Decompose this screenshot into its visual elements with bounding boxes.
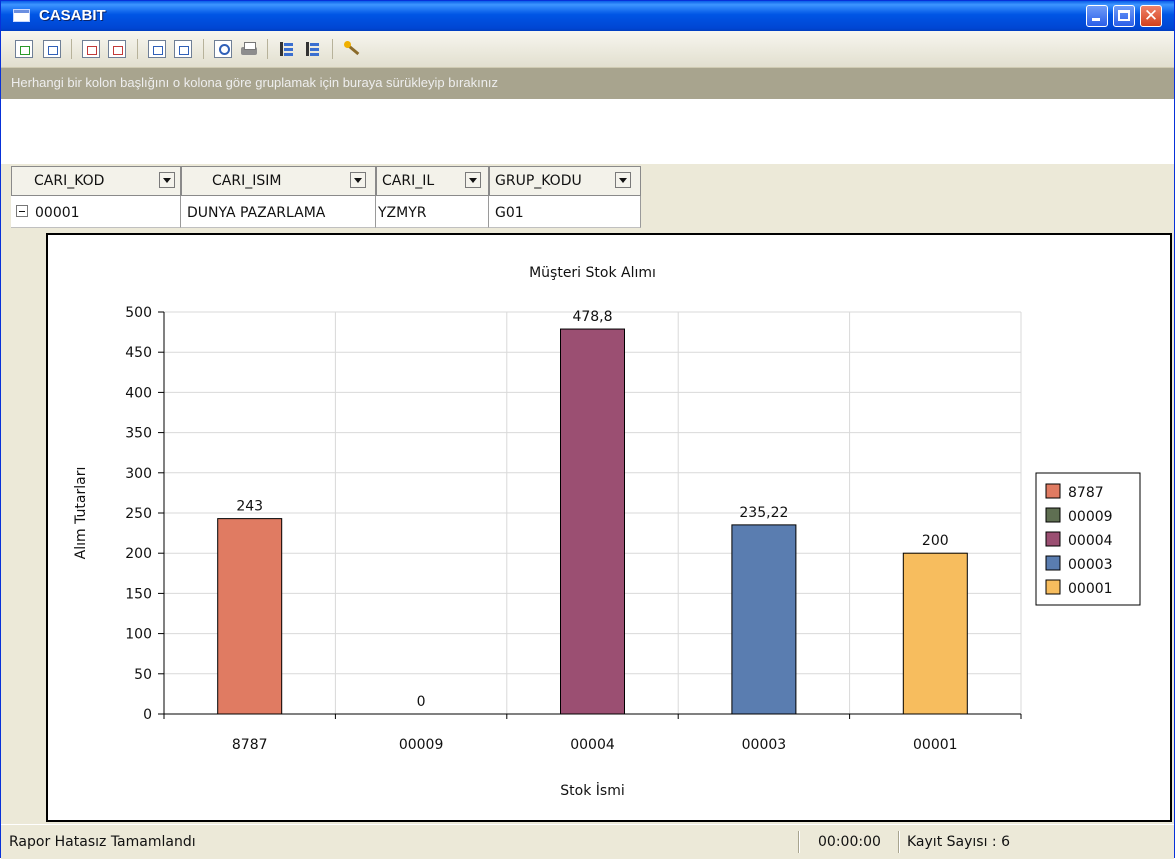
column-filter-dropdown-icon[interactable] bbox=[159, 172, 175, 188]
print-preview-icon[interactable] bbox=[214, 40, 232, 58]
toolbar-separator bbox=[137, 39, 138, 59]
data-label: 235,22 bbox=[739, 505, 788, 521]
status-bar: Rapor Hatasız Tamamlandı 00:00:00 Kayıt … bbox=[1, 824, 1174, 859]
table-row-cell-cari-isim[interactable]: DUNYA PAZARLAMA bbox=[181, 196, 376, 228]
status-separator bbox=[798, 831, 799, 853]
export-icon[interactable] bbox=[15, 40, 33, 58]
column-header-label: CARI_ISIM bbox=[212, 173, 282, 189]
print-icon[interactable] bbox=[240, 40, 258, 58]
toolbar bbox=[1, 31, 1174, 68]
y-tick-label: 500 bbox=[125, 305, 152, 321]
y-tick-label: 0 bbox=[143, 707, 152, 723]
app-window: CASABIT ✕ Herhangi bir kolon başlığını o… bbox=[0, 0, 1175, 859]
cell-text: DUNYA PAZARLAMA bbox=[187, 205, 326, 221]
table-row-cell-cari-il[interactable]: YZMYR bbox=[376, 196, 489, 228]
data-label: 243 bbox=[236, 499, 263, 515]
collapse-row-icon[interactable] bbox=[16, 205, 28, 217]
x-tick-label: 8787 bbox=[232, 737, 268, 753]
y-tick-label: 150 bbox=[125, 586, 152, 602]
x-tick-label: 00001 bbox=[913, 737, 958, 753]
legend-label: 8787 bbox=[1068, 485, 1104, 501]
data-label: 0 bbox=[417, 694, 426, 710]
app-window-icon bbox=[13, 9, 30, 22]
collapse-tree-icon[interactable] bbox=[278, 40, 296, 58]
y-tick-label: 350 bbox=[125, 426, 152, 442]
toolbar-separator bbox=[203, 39, 204, 59]
wizard-icon[interactable] bbox=[343, 40, 361, 58]
y-tick-label: 250 bbox=[125, 506, 152, 522]
column-header-label: CARI_IL bbox=[382, 173, 435, 189]
close-button[interactable]: ✕ bbox=[1140, 5, 1162, 27]
column-header-label: CARI_KOD bbox=[34, 173, 105, 189]
table-row-cell-grup-kodu[interactable]: G01 bbox=[489, 196, 641, 228]
column-header-cari-isim[interactable]: CARI_ISIM bbox=[181, 166, 376, 196]
legend-swatch bbox=[1045, 483, 1061, 499]
x-tick-label: 00009 bbox=[399, 737, 444, 753]
bar-00004 bbox=[560, 328, 625, 715]
legend-label: 00009 bbox=[1068, 509, 1113, 525]
close-icon: ✕ bbox=[1143, 6, 1159, 26]
x-tick-label: 00004 bbox=[570, 737, 615, 753]
title-bar[interactable]: CASABIT ✕ bbox=[1, 1, 1174, 31]
bar-00001 bbox=[902, 552, 968, 715]
column-filter-dropdown-icon[interactable] bbox=[350, 172, 366, 188]
legend-swatch bbox=[1045, 555, 1061, 571]
grid-background bbox=[1, 99, 1174, 164]
bar-00003 bbox=[731, 524, 797, 715]
cell-text: YZMYR bbox=[378, 205, 427, 221]
cell-text: G01 bbox=[495, 205, 524, 221]
legend-swatch bbox=[1045, 531, 1061, 547]
column-header-label: GRUP_KODU bbox=[495, 173, 582, 189]
bar-chart: Müşteri Stok Alımı 0 50 100 150 200 250 300 350 4… bbox=[73, 265, 1141, 799]
y-axis-label: Alım Tutarları bbox=[73, 467, 89, 560]
group-panel: Herhangi bir kolon başlığını o kolona gö… bbox=[1, 68, 1174, 164]
chart-panel: Müşteri Stok Alımı 0 50 100 150 200 250 300 350 4… bbox=[46, 233, 1172, 822]
x-tick-label: 00003 bbox=[742, 737, 787, 753]
data-label: 478,8 bbox=[572, 309, 612, 325]
toolbar-separator bbox=[71, 39, 72, 59]
excel-export-alt-icon[interactable] bbox=[108, 40, 126, 58]
legend-label: 00004 bbox=[1068, 533, 1113, 549]
y-tick-label: 50 bbox=[134, 667, 152, 683]
y-tick-label: 450 bbox=[125, 345, 152, 361]
status-record-count: Kayıt Sayısı : 6 bbox=[907, 834, 1010, 850]
y-tick-label: 300 bbox=[125, 466, 152, 482]
expand-tree-icon[interactable] bbox=[304, 40, 322, 58]
data-label: 200 bbox=[922, 533, 949, 549]
y-tick-label: 200 bbox=[125, 546, 152, 562]
toolbar-separator bbox=[332, 39, 333, 59]
chart-title: Müşteri Stok Alımı bbox=[529, 265, 656, 281]
minimize-button[interactable] bbox=[1086, 5, 1108, 27]
table-row-cell-cari-kod[interactable]: 00001 bbox=[11, 196, 181, 228]
legend-label: 00003 bbox=[1068, 557, 1113, 573]
window-title: CASABIT bbox=[39, 7, 106, 24]
column-header-grup-kodu[interactable]: GRUP_KODU bbox=[489, 166, 641, 196]
legend-label: 00001 bbox=[1068, 581, 1113, 597]
group-drop-area[interactable]: Herhangi bir kolon başlığını o kolona gö… bbox=[1, 68, 1174, 99]
legend-swatch bbox=[1045, 507, 1061, 523]
group-hint-text: Herhangi bir kolon başlığını o kolona gö… bbox=[11, 75, 499, 90]
column-header-cari-il[interactable]: CARI_IL bbox=[376, 166, 489, 196]
status-separator bbox=[898, 831, 899, 853]
legend-swatch bbox=[1045, 579, 1061, 595]
column-filter-dropdown-icon[interactable] bbox=[615, 172, 631, 188]
html-export-alt-icon[interactable] bbox=[174, 40, 192, 58]
status-message: Rapor Hatasız Tamamlandı bbox=[9, 834, 196, 850]
x-axis-label: Stok İsmi bbox=[560, 781, 624, 799]
column-header-cari-kod[interactable]: CARI_KOD bbox=[11, 166, 181, 196]
bar-8787 bbox=[217, 518, 283, 715]
toolbar-separator bbox=[267, 39, 268, 59]
y-tick-label: 400 bbox=[125, 385, 152, 401]
maximize-button[interactable] bbox=[1113, 5, 1135, 27]
excel-export-icon[interactable] bbox=[82, 40, 100, 58]
column-filter-dropdown-icon[interactable] bbox=[465, 172, 481, 188]
status-time: 00:00:00 bbox=[818, 834, 881, 850]
html-export-icon[interactable] bbox=[148, 40, 166, 58]
import-icon[interactable] bbox=[43, 40, 61, 58]
maximize-icon bbox=[1118, 10, 1130, 21]
cell-text: 00001 bbox=[35, 205, 80, 221]
y-tick-label: 100 bbox=[125, 627, 152, 643]
minimize-icon bbox=[1092, 18, 1100, 21]
